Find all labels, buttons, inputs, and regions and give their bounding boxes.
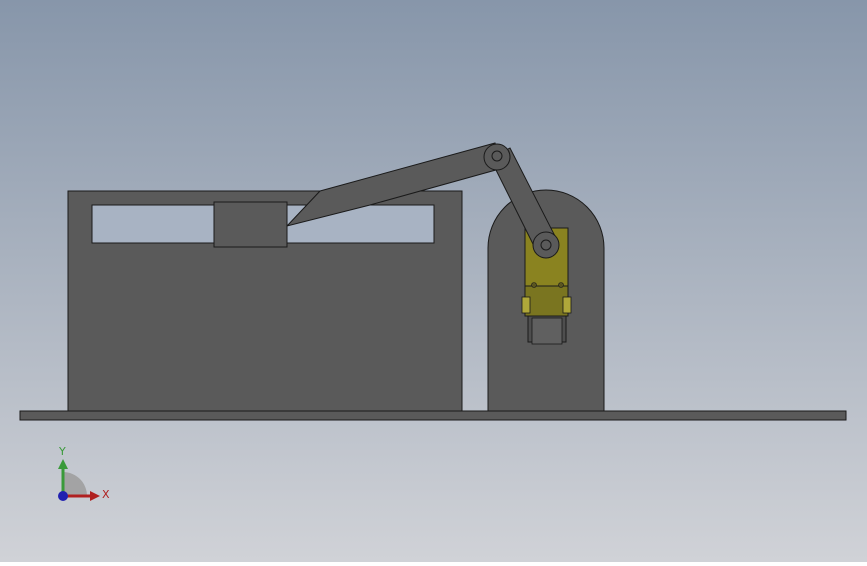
- servo-tab-left: [521, 296, 531, 314]
- base-plate[interactable]: [19, 410, 847, 421]
- top-pivot-pin-icon: [491, 150, 503, 162]
- y-axis-label: Y: [58, 445, 66, 458]
- servo-hole-right: [558, 282, 564, 288]
- x-axis-label: X: [102, 488, 110, 501]
- servo-hole-left: [531, 282, 537, 288]
- slider-block[interactable]: [213, 201, 288, 248]
- servo-lower: [524, 285, 569, 317]
- cad-viewport[interactable]: Y X: [0, 0, 867, 562]
- z-axis-icon: [58, 491, 68, 501]
- servo-shaft: [531, 317, 563, 345]
- servo-tab-right: [562, 296, 572, 314]
- viewport-canvas[interactable]: Y X: [0, 0, 867, 562]
- bottom-pivot-pin-icon: [540, 239, 552, 251]
